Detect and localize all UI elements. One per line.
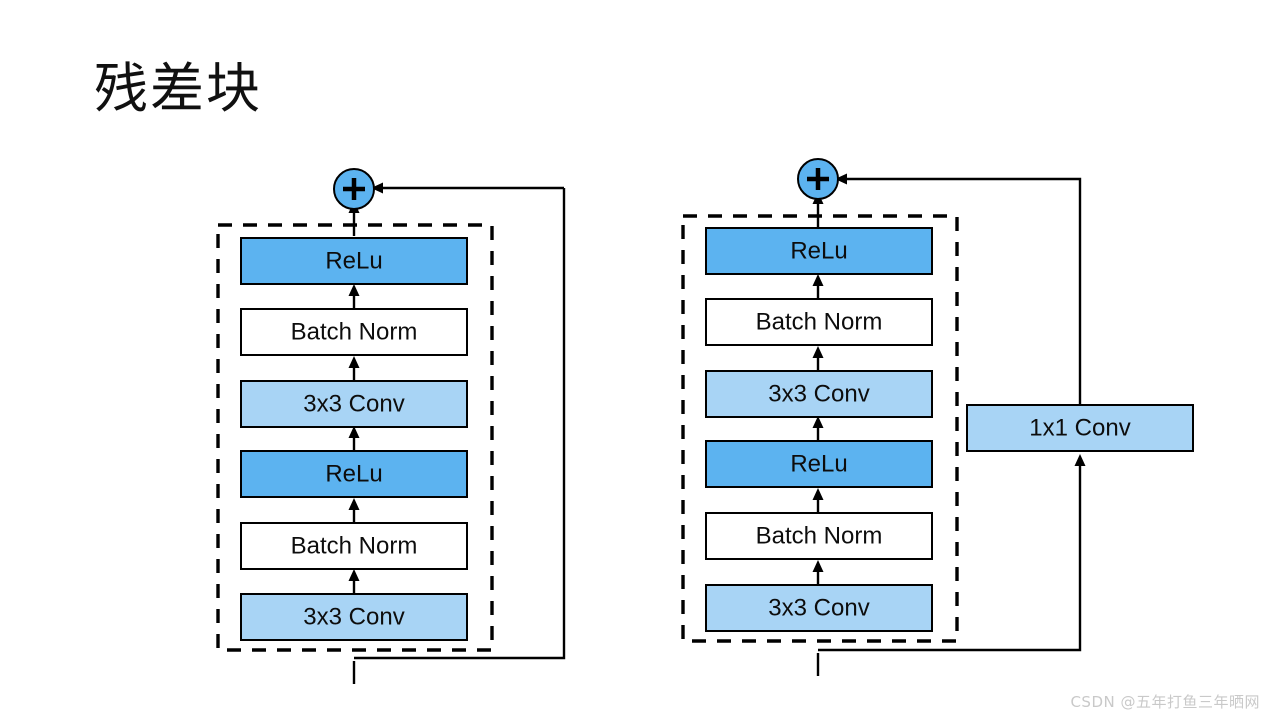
adder-right[interactable]: [797, 158, 839, 200]
block-label: ReLu: [790, 237, 847, 264]
residual-block-projection: 1x1 Conv 3x3 Conv Batch Norm ReLu 3x3 Co…: [681, 158, 1194, 676]
connector-arrowhead-left-4: [348, 498, 360, 510]
block-label: ReLu: [790, 450, 847, 477]
block-label: Batch Norm: [291, 532, 418, 559]
conv1x1-label: 1x1 Conv: [1029, 414, 1130, 441]
block-label: Batch Norm: [756, 522, 883, 549]
block-label: 3x3 Conv: [768, 594, 869, 621]
block-left-4[interactable]: Batch Norm: [240, 522, 468, 570]
watermark: CSDN @五年打鱼三年晒网: [1070, 693, 1260, 711]
residual-block-diagram: 3x3 Conv Batch Norm ReLu 3x3 Conv Batch …: [216, 158, 1194, 684]
block-right-2[interactable]: 3x3 Conv: [705, 370, 933, 418]
block-right-5[interactable]: 3x3 Conv: [705, 584, 933, 632]
residual-block-identity: 3x3 Conv Batch Norm ReLu 3x3 Conv Batch …: [216, 168, 566, 684]
block-right-3[interactable]: ReLu: [705, 440, 933, 488]
block-right-4[interactable]: Batch Norm: [705, 512, 933, 560]
block-label: ReLu: [325, 460, 382, 487]
block-label: Batch Norm: [756, 308, 883, 335]
block-right-0[interactable]: ReLu: [705, 227, 933, 275]
slide-canvas: 残差块 3x3 Conv Batch Norm ReLu 3x3 Conv Ba…: [0, 0, 1280, 720]
connector-arrowhead-right-1: [812, 274, 824, 286]
block-left-2[interactable]: 3x3 Conv: [240, 380, 468, 428]
connector-arrowhead-right-2: [812, 346, 824, 358]
block-left-3[interactable]: ReLu: [240, 450, 468, 498]
connector-arrowhead-left-2: [348, 356, 360, 368]
block-left-1[interactable]: Batch Norm: [240, 308, 468, 356]
connector-arrowhead-right-5: [812, 560, 824, 572]
block-label: ReLu: [325, 247, 382, 274]
conv1x1-input-arrowhead: [1074, 454, 1086, 466]
block-label: 3x3 Conv: [768, 380, 869, 407]
connector-arrowhead-left-5: [348, 569, 360, 581]
block-left-5[interactable]: 3x3 Conv: [240, 593, 468, 641]
block-label: 3x3 Conv: [303, 390, 404, 417]
connector-arrowhead-left-1: [348, 284, 360, 296]
skip-conv-block-right[interactable]: 1x1 Conv: [966, 404, 1194, 452]
block-label: 3x3 Conv: [303, 603, 404, 630]
block-right-1[interactable]: Batch Norm: [705, 298, 933, 346]
connector-arrowhead-right-4: [812, 488, 824, 500]
adder-left[interactable]: [333, 168, 375, 210]
block-label: Batch Norm: [291, 318, 418, 345]
block-left-0[interactable]: ReLu: [240, 237, 468, 285]
